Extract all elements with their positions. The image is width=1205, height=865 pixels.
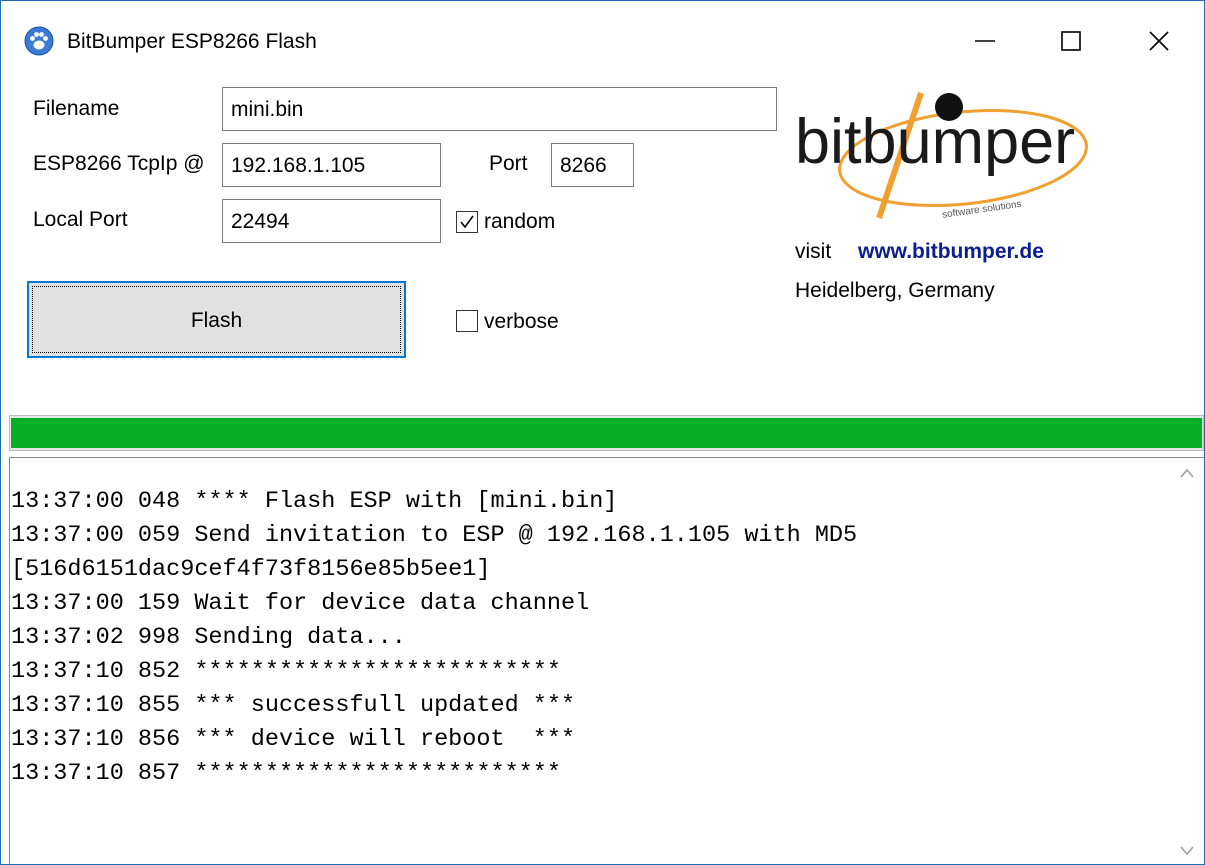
log-line: 13:37:10 852 ************************** [11,658,561,685]
flash-button-label: Flash [190,309,243,332]
verbose-label[interactable]: verbose [484,310,559,334]
log-line: 13:37:00 159 Wait for device data channe… [11,590,590,617]
close-button[interactable] [1129,13,1189,69]
log-line: 13:37:00 048 **** Flash ESP with [mini.b… [11,488,618,515]
verbose-checkbox[interactable] [456,310,478,332]
port-input[interactable]: 8266 [551,143,634,187]
app-window: BitBumper ESP8266 Flash Filename mini.bi… [0,0,1205,865]
log-line: 13:37:10 857 ************************** [11,760,561,787]
chevron-down-icon[interactable] [1178,844,1196,858]
filename-label: Filename [33,97,120,120]
log-line: 13:37:00 059 Send invitation to ESP @ 19… [11,522,858,549]
log-lines: 13:37:00 048 **** Flash ESP with [mini.b… [11,485,857,791]
visit-label: visit [795,240,832,263]
filename-input[interactable]: mini.bin [222,87,777,131]
maximize-button[interactable] [1041,13,1101,69]
window-title: BitBumper ESP8266 Flash [67,30,317,53]
ip-label: ESP8266 TcpIp @ [33,152,205,175]
website-link[interactable]: www.bitbumper.de [858,240,1044,264]
logo-wordmark: bitbumper [795,107,1075,177]
log-textarea[interactable]: 13:37:00 048 **** Flash ESP with [mini.b… [9,457,1204,864]
title-bar[interactable]: BitBumper ESP8266 Flash [1,1,1204,81]
minimize-button[interactable] [955,13,1015,69]
log-line: 13:37:02 998 Sending data... [11,624,406,651]
close-icon [1149,31,1169,51]
bitbumper-logo: bitbumper software solutions [791,83,1151,223]
vertical-scrollbar[interactable] [1170,458,1204,864]
local-port-input[interactable]: 22494 [222,199,441,243]
checkmark-icon [460,215,474,229]
random-checkbox[interactable] [456,211,478,233]
location-text: Heidelberg, Germany [795,279,995,302]
random-label[interactable]: random [484,210,555,234]
chevron-up-icon[interactable] [1178,466,1196,480]
port-label: Port [489,152,528,175]
local-port-label: Local Port [33,208,128,231]
minimize-icon [975,40,995,42]
progress-bar [9,415,1204,451]
ip-input[interactable]: 192.168.1.105 [222,143,441,187]
log-line: [516d6151dac9cef4f73f8156e85b5ee1] [11,556,491,583]
paw-icon [24,26,54,56]
progress-fill [11,418,1202,448]
flash-button[interactable]: Flash [27,281,406,358]
maximize-icon [1061,31,1081,51]
log-line: 13:37:10 856 *** device will reboot *** [11,726,576,753]
log-line: 13:37:10 855 *** successfull updated *** [11,692,576,719]
